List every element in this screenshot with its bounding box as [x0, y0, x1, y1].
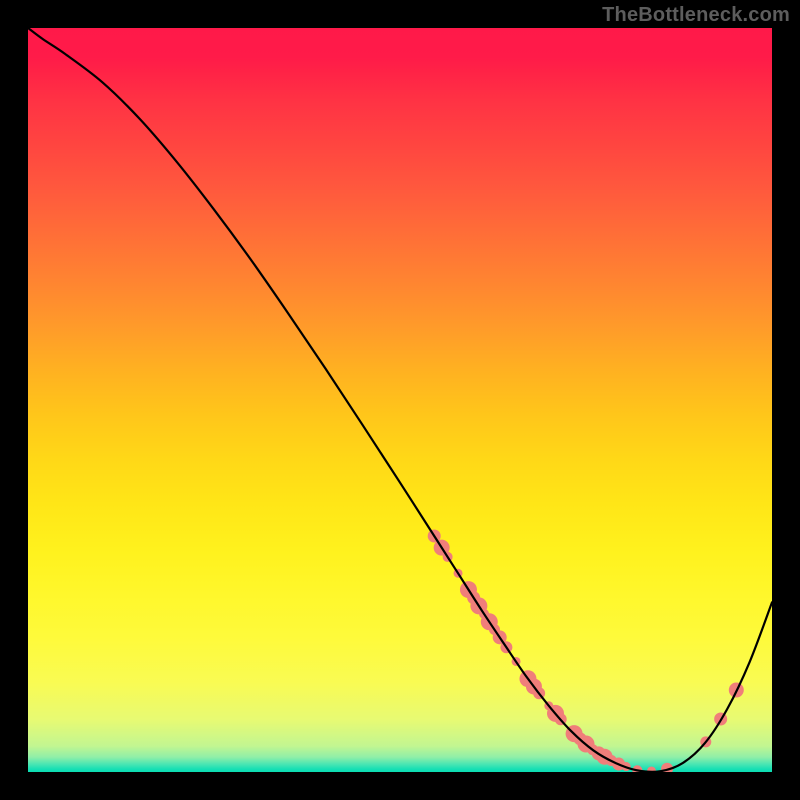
chart-line	[28, 28, 772, 772]
watermark-text: TheBottleneck.com	[602, 4, 790, 27]
chart-plot-area	[28, 28, 772, 772]
chart-markers	[428, 529, 744, 772]
chart-overlay	[28, 28, 772, 772]
